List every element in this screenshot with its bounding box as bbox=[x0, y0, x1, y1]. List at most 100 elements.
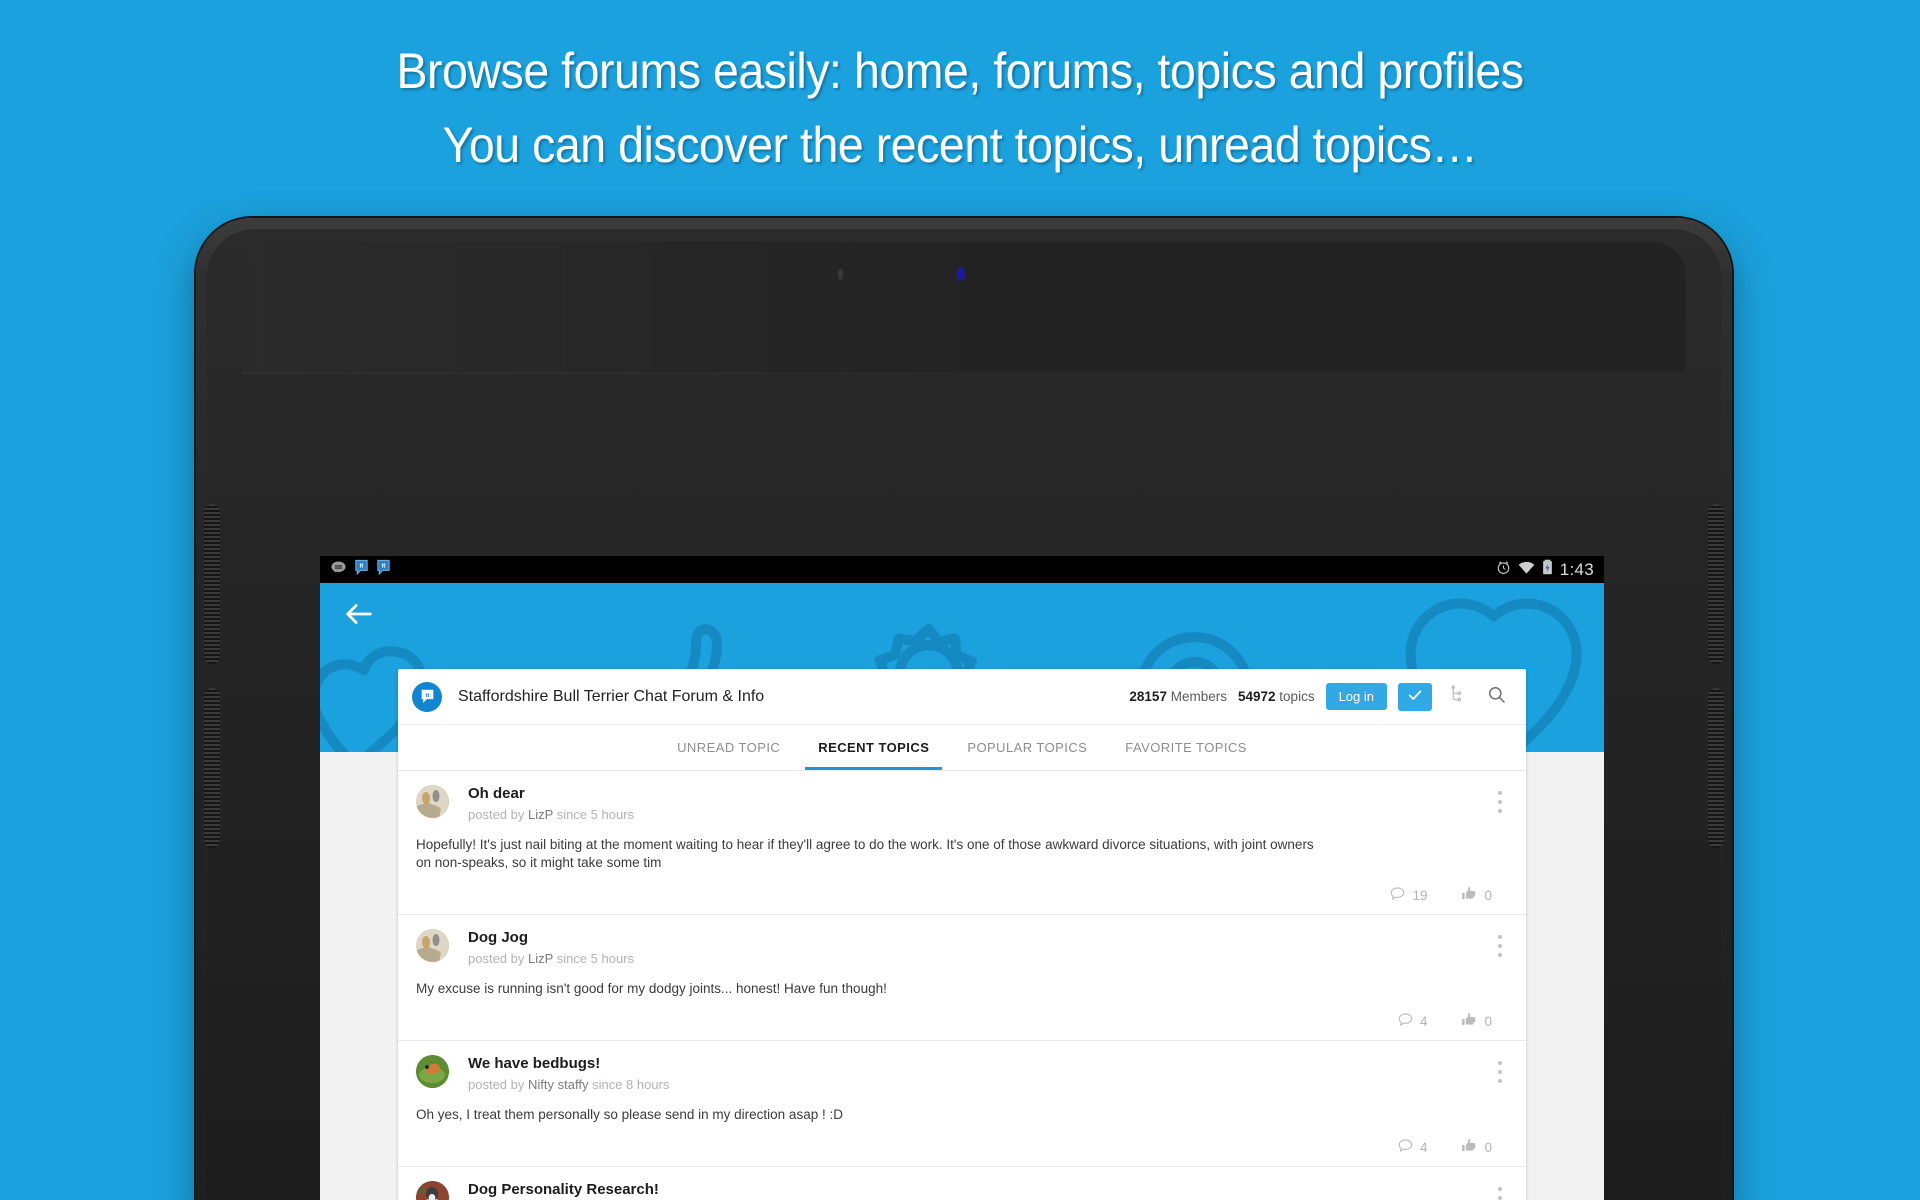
topic-title[interactable]: We have bedbugs! bbox=[468, 1054, 669, 1073]
topic-since: since 8 hours bbox=[592, 1077, 670, 1092]
topic-excerpt: Oh yes, I treat them personally so pleas… bbox=[416, 1107, 843, 1122]
members-label: Members bbox=[1170, 689, 1227, 704]
speaker-grille-left-2 bbox=[204, 688, 220, 848]
battery-charging-icon bbox=[1542, 559, 1553, 580]
notification-led-icon bbox=[958, 268, 964, 280]
like-count: 0 bbox=[1484, 1013, 1492, 1029]
topic-text-block: Oh dear posted by LizP since 5 hours bbox=[468, 784, 634, 823]
comment-count: 19 bbox=[1412, 887, 1428, 903]
topic-stats: 19 0 bbox=[416, 886, 1508, 904]
tapatalk-notification-icon-2: it bbox=[376, 559, 391, 581]
posted-by-label: posted by bbox=[468, 807, 525, 822]
tab-popular-topics[interactable]: POPULAR TOPICS bbox=[948, 725, 1106, 770]
topic-list-item[interactable]: We have bedbugs! posted by Nifty staffy … bbox=[398, 1041, 1526, 1167]
avatar bbox=[416, 1055, 449, 1088]
thumbs-up-icon bbox=[1461, 1138, 1477, 1156]
mark-read-button[interactable] bbox=[1398, 682, 1432, 711]
app-viewport: tt Staffordshire Bull Terrier Chat Forum… bbox=[320, 583, 1604, 1200]
topic-overflow-menu-icon[interactable] bbox=[1498, 935, 1502, 962]
front-camera-icon bbox=[836, 266, 845, 282]
comment-icon bbox=[1398, 1012, 1413, 1030]
comment-counter: 4 bbox=[1398, 1138, 1428, 1156]
like-count: 0 bbox=[1484, 887, 1492, 903]
topic-author[interactable]: LizP bbox=[528, 951, 553, 966]
login-button[interactable]: Log in bbox=[1325, 683, 1387, 710]
speaker-grille-left bbox=[204, 504, 220, 664]
like-counter: 0 bbox=[1461, 1138, 1492, 1156]
thumbs-up-icon bbox=[1461, 1012, 1477, 1030]
topic-list: Oh dear posted by LizP since 5 hours Hop… bbox=[398, 771, 1526, 1200]
tapatalk-notification-icon: it bbox=[354, 559, 369, 581]
comment-count: 4 bbox=[1419, 1139, 1428, 1155]
topic-meta: posted by LizP since 5 hours bbox=[468, 806, 634, 823]
forum-logo-icon: tt bbox=[412, 681, 442, 712]
tablet-device-frame: it it 1:43 tt Staffordshire Bull Terrier… bbox=[196, 218, 1732, 1200]
alarm-icon bbox=[1496, 560, 1511, 580]
topic-excerpt: My excuse is running isn't good for my d… bbox=[416, 981, 887, 996]
avatar bbox=[416, 785, 449, 818]
topic-header: Dog Jog posted by LizP since 5 hours bbox=[416, 928, 1508, 967]
topic-author[interactable]: LizP bbox=[528, 807, 553, 822]
back-arrow-icon[interactable] bbox=[342, 597, 376, 631]
tablet-bezel-sheen bbox=[242, 242, 1010, 374]
forum-header: tt Staffordshire Bull Terrier Chat Forum… bbox=[398, 669, 1526, 725]
topic-overflow-menu-icon[interactable] bbox=[1498, 1187, 1502, 1200]
topic-header: Dog Personality Research! posted by Jenc… bbox=[416, 1180, 1508, 1200]
topic-overflow-menu-icon[interactable] bbox=[1498, 1061, 1502, 1088]
forum-header-actions: 28157 Members 54972 topics Log in bbox=[1129, 682, 1510, 711]
tab-unread-topic[interactable]: UNREAD TOPIC bbox=[658, 725, 799, 770]
topic-since: since 5 hours bbox=[556, 951, 635, 966]
members-count: 28157 bbox=[1129, 689, 1167, 704]
topic-excerpt: Hopefully! It's just nail biting at the … bbox=[416, 837, 1314, 870]
topics-stat: 54972 topics bbox=[1238, 689, 1315, 704]
topic-header: Oh dear posted by LizP since 5 hours bbox=[416, 784, 1508, 823]
comment-count: 4 bbox=[1419, 1013, 1428, 1029]
topic-tabs: UNREAD TOPIC RECENT TOPICS POPULAR TOPIC… bbox=[398, 725, 1526, 771]
topic-title[interactable]: Dog Jog bbox=[468, 928, 634, 947]
topics-label: topics bbox=[1279, 689, 1315, 704]
topic-author[interactable]: Nifty staffy bbox=[528, 1077, 588, 1092]
like-counter: 0 bbox=[1461, 886, 1492, 904]
promo-line-2: You can discover the recent topics, unre… bbox=[442, 117, 1478, 173]
avatar bbox=[416, 1181, 449, 1200]
topic-header: We have bedbugs! posted by Nifty staffy … bbox=[416, 1054, 1508, 1093]
device-screen: it it 1:43 tt Staffordshire Bull Terrier… bbox=[320, 556, 1604, 1200]
speaker-grille-right-2 bbox=[1708, 688, 1724, 848]
avatar bbox=[416, 929, 449, 962]
topic-since: since 5 hours bbox=[556, 807, 635, 822]
tab-favorite-topics[interactable]: FAVORITE TOPICS bbox=[1106, 725, 1266, 770]
topic-stats: 4 0 bbox=[416, 1012, 1508, 1030]
topics-count: 54972 bbox=[1237, 689, 1276, 704]
speaker-grille-right bbox=[1708, 504, 1724, 664]
search-icon bbox=[1487, 685, 1506, 709]
promo-line-1: Browse forums easily: home, forums, topi… bbox=[396, 43, 1524, 99]
subscription-tree-icon bbox=[1449, 685, 1466, 708]
topic-title[interactable]: Oh dear bbox=[468, 784, 634, 803]
topic-meta: posted by LizP since 5 hours bbox=[468, 950, 634, 967]
topic-text-block: Dog Jog posted by LizP since 5 hours bbox=[468, 928, 634, 967]
topic-list-item[interactable]: Dog Jog posted by LizP since 5 hours My … bbox=[398, 915, 1526, 1041]
forum-card: tt Staffordshire Bull Terrier Chat Forum… bbox=[398, 669, 1526, 1200]
status-bar-clock: 1:43 bbox=[1559, 559, 1594, 579]
svg-text:tt: tt bbox=[425, 693, 429, 699]
like-count: 0 bbox=[1484, 1139, 1492, 1155]
comment-icon bbox=[1390, 886, 1405, 904]
status-bar-system-icons: 1:43 bbox=[1496, 559, 1594, 580]
subscription-tree-button[interactable] bbox=[1443, 683, 1471, 711]
comment-counter: 4 bbox=[1398, 1012, 1428, 1030]
thumbs-up-icon bbox=[1461, 886, 1477, 904]
android-status-bar: it it 1:43 bbox=[320, 556, 1604, 583]
topic-stats: 4 0 bbox=[416, 1138, 1508, 1156]
search-button[interactable] bbox=[1482, 683, 1510, 711]
topic-overflow-menu-icon[interactable] bbox=[1498, 791, 1502, 818]
topic-list-item[interactable]: Oh dear posted by LizP since 5 hours Hop… bbox=[398, 771, 1526, 915]
posted-by-label: posted by bbox=[468, 951, 525, 966]
content-area: tt Staffordshire Bull Terrier Chat Forum… bbox=[320, 583, 1604, 1200]
comment-icon bbox=[1398, 1138, 1413, 1156]
topic-title[interactable]: Dog Personality Research! bbox=[468, 1180, 659, 1199]
like-counter: 0 bbox=[1461, 1012, 1492, 1030]
topic-list-item[interactable]: Dog Personality Research! posted by Jenc… bbox=[398, 1167, 1526, 1200]
topic-text-block: Dog Personality Research! posted by Jenc… bbox=[468, 1180, 659, 1200]
status-bar-notification-icons: it it bbox=[330, 559, 391, 581]
tab-recent-topics[interactable]: RECENT TOPICS bbox=[799, 725, 948, 770]
